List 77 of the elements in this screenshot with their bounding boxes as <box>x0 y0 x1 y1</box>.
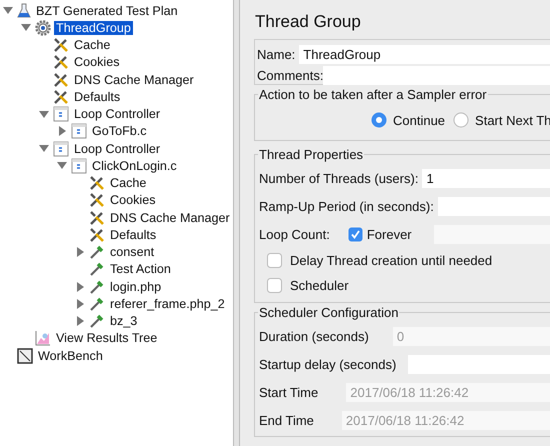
group-title: Action to be taken after a Sampler error <box>258 87 488 102</box>
pipette-icon <box>89 261 105 278</box>
wrench-screwdriver-icon <box>89 192 105 208</box>
triangle-right-icon[interactable] <box>58 126 66 136</box>
checkbox-label[interactable]: Scheduler <box>290 278 349 293</box>
tree-item[interactable]: bz_3 <box>108 314 140 328</box>
radio-button[interactable] <box>453 112 470 128</box>
field-label: Start Time <box>259 384 318 400</box>
tree-item[interactable]: Cookies <box>108 193 158 208</box>
field-label: Name: <box>257 47 296 62</box>
gear-icon <box>35 20 51 36</box>
window-icon <box>71 158 87 174</box>
window-icon <box>71 123 87 140</box>
checkbox[interactable] <box>348 226 363 242</box>
tree-item[interactable]: Cookies <box>72 55 122 70</box>
group-title: Scheduler Configuration <box>258 305 400 320</box>
field-label: Comments: <box>257 68 324 82</box>
wrench-screwdriver-icon <box>89 175 105 192</box>
triangle-down-icon[interactable] <box>3 7 13 14</box>
tree-item[interactable]: DNS Cache Manager <box>72 72 196 87</box>
wrench-screwdriver-icon <box>53 88 69 105</box>
tree-item[interactable]: Test Action <box>108 262 173 276</box>
triangle-down-icon[interactable] <box>39 145 49 152</box>
flask-icon <box>17 2 31 19</box>
triangle-right-icon[interactable] <box>76 282 84 292</box>
radio-button[interactable] <box>371 112 387 128</box>
tree-item[interactable]: DNS Cache Manager <box>108 210 232 225</box>
radio-label[interactable]: Continue <box>393 112 446 128</box>
field-label: Loop Count: <box>259 226 330 242</box>
pipette-icon <box>89 296 105 312</box>
window-icon <box>53 140 69 157</box>
group-title: Thread Properties <box>258 147 364 162</box>
wrench-screwdriver-icon <box>53 72 69 88</box>
wrench-screwdriver-icon <box>89 210 105 226</box>
tree-item[interactable]: View Results Tree <box>54 331 160 346</box>
tree-item[interactable]: ClickOnLogin.c <box>90 158 179 173</box>
input-field[interactable] <box>323 66 550 84</box>
input-field[interactable]: ThreadGroup <box>299 45 550 64</box>
tree-item[interactable]: Defaults <box>108 228 158 242</box>
tree-item[interactable]: Loop Controller <box>72 107 162 122</box>
tree-item[interactable]: Cache <box>108 176 148 190</box>
field-label: Duration (seconds) <box>259 328 369 344</box>
input-field[interactable]: 1 <box>422 168 550 188</box>
tree-item[interactable]: GoToFb.c <box>90 124 149 138</box>
field-label: Ramp-Up Period (in seconds): <box>259 198 434 214</box>
chart-icon <box>35 330 51 346</box>
pipette-icon <box>89 244 105 260</box>
wrench-screwdriver-icon <box>53 54 69 70</box>
triangle-right-icon[interactable] <box>76 247 84 258</box>
triangle-right-icon[interactable] <box>76 298 84 309</box>
tree-item[interactable]: ThreadGroup <box>54 20 133 35</box>
tree-item[interactable]: WorkBench <box>36 348 105 363</box>
field-label: Startup delay (seconds) <box>259 356 396 372</box>
triangle-down-icon[interactable] <box>57 162 67 170</box>
triangle-down-icon[interactable] <box>39 110 49 118</box>
tree-item[interactable]: Cache <box>72 38 112 52</box>
tree-item[interactable]: login.php <box>108 280 164 294</box>
pipette-icon <box>89 278 105 295</box>
pipette-icon <box>89 313 105 330</box>
wrench-screwdriver-icon <box>53 37 69 54</box>
panel-title: Thread Group <box>255 12 362 32</box>
window-icon <box>53 106 69 122</box>
wrench-screwdriver-icon <box>89 226 105 243</box>
tree-item[interactable]: BZT Generated Test Plan <box>34 4 180 18</box>
tree-item[interactable]: referer_frame.php_2 <box>108 296 227 311</box>
tree-item[interactable]: Loop Controller <box>72 142 162 156</box>
tree-item[interactable]: consent <box>108 245 156 260</box>
triangle-down-icon[interactable] <box>21 24 31 32</box>
tree-item[interactable]: Defaults <box>72 90 122 104</box>
field-label: End Time <box>259 412 314 428</box>
checkbox[interactable] <box>267 278 282 293</box>
checkbox-label[interactable]: Delay Thread creation until needed <box>290 253 492 268</box>
field-label: Number of Threads (users): <box>259 170 418 186</box>
checkbox[interactable] <box>267 253 282 268</box>
checkbox-label[interactable]: Forever <box>366 226 412 242</box>
triangle-right-icon[interactable] <box>76 316 84 326</box>
notebook-icon <box>17 348 33 364</box>
